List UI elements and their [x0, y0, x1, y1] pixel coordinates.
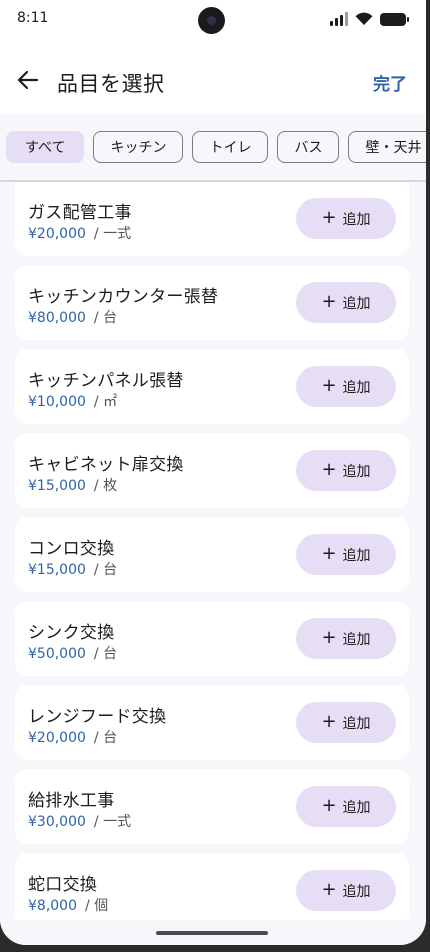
plus-icon: + [321, 374, 337, 396]
item-price-row: ¥10,000 / ㎡ [28, 391, 117, 411]
add-button-label: 追加 [342, 463, 371, 480]
item-unit: / 台 [93, 310, 118, 326]
list-item: キッチンパネル張替 ¥10,000 / ㎡ + 追加 [15, 349, 409, 424]
add-button-label: 追加 [342, 883, 371, 900]
page-title: 品目を選択 [57, 72, 165, 96]
add-button[interactable]: + 追加 [296, 282, 396, 323]
add-button-label: 追加 [342, 295, 371, 312]
item-unit: / 枚 [93, 478, 118, 494]
item-price: ¥30,000 [28, 814, 86, 830]
wifi-icon [355, 12, 373, 25]
filter-chip[interactable]: トイレ [192, 131, 269, 163]
list-item: ガス配管工事 ¥20,000 / 一式 + 追加 [15, 182, 409, 256]
plus-icon: + [321, 626, 337, 648]
list-item: 給排水工事 ¥30,000 / 一式 + 追加 [15, 769, 409, 844]
add-button-label: 追加 [342, 715, 371, 732]
filter-chip[interactable]: バス [277, 131, 340, 163]
add-button-label: 追加 [342, 211, 371, 228]
plus-icon: + [321, 794, 337, 816]
add-button[interactable]: + 追加 [296, 366, 396, 407]
app-bar: 品目を選択 完了 [0, 40, 426, 114]
list-item: シンク交換 ¥50,000 / 台 + 追加 [15, 601, 409, 676]
filter-chip[interactable]: 壁・天井 [348, 131, 426, 163]
item-price-row: ¥20,000 / 一式 [28, 223, 131, 243]
item-price: ¥15,000 [28, 562, 86, 578]
plus-icon: + [321, 710, 337, 732]
item-unit: / 台 [93, 646, 118, 662]
home-indicator[interactable] [156, 931, 268, 935]
add-button[interactable]: + 追加 [296, 450, 396, 491]
plus-icon: + [321, 206, 337, 228]
list-item: 蛇口交換 ¥8,000 / 個 + 追加 [15, 853, 409, 920]
item-price-row: ¥15,000 / 台 [28, 559, 117, 579]
item-unit: / 台 [93, 562, 118, 578]
add-button-label: 追加 [342, 799, 371, 816]
item-price-row: ¥30,000 / 一式 [28, 811, 131, 831]
add-button-label: 追加 [342, 547, 371, 564]
item-price-row: ¥15,000 / 枚 [28, 475, 117, 495]
status-time: 8:11 [17, 10, 49, 26]
category-chips: すべて キッチン トイレ バス 壁・天井 [6, 131, 426, 163]
add-button[interactable]: + 追加 [296, 198, 396, 239]
category-filter-bar: すべて キッチン トイレ バス 壁・天井 [0, 114, 426, 182]
item-name: キッチンカウンター張替 [28, 287, 219, 307]
plus-icon: + [321, 290, 337, 312]
item-unit: / ㎡ [93, 394, 118, 410]
item-unit: / 個 [85, 898, 109, 914]
add-button[interactable]: + 追加 [296, 534, 396, 575]
phone-screen: 8:11 品目を選択 完了 すべて キッチン トイレ バス 壁・天井 ガス配管工事 ¥20… [0, 0, 426, 945]
item-price-row: ¥8,000 / 個 [28, 895, 108, 915]
plus-icon: + [321, 878, 337, 900]
filter-chip[interactable]: キッチン [93, 131, 184, 163]
item-price: ¥10,000 [28, 394, 86, 410]
add-button-label: 追加 [342, 631, 371, 648]
item-unit: / 一式 [93, 814, 132, 830]
item-name: ガス配管工事 [28, 203, 132, 223]
add-button-label: 追加 [342, 379, 371, 396]
plus-icon: + [321, 458, 337, 480]
item-price-row: ¥80,000 / 台 [28, 307, 117, 327]
item-price: ¥50,000 [28, 646, 86, 662]
list-item: キャビネット扉交換 ¥15,000 / 枚 + 追加 [15, 433, 409, 508]
item-price: ¥20,000 [28, 730, 86, 746]
plus-icon: + [321, 542, 337, 564]
item-name: キャビネット扉交換 [28, 455, 184, 475]
item-price-row: ¥50,000 / 台 [28, 643, 117, 663]
list-item: レンジフード交換 ¥20,000 / 台 + 追加 [15, 685, 409, 760]
done-button[interactable]: 完了 [373, 70, 407, 95]
item-name: 給排水工事 [28, 791, 115, 811]
add-button[interactable]: + 追加 [296, 786, 396, 827]
item-list[interactable]: ガス配管工事 ¥20,000/ 一式 + 追加 キッチンカウンター張替 ¥80,000/ … [0, 182, 426, 920]
item-name: レンジフード交換 [28, 707, 167, 727]
item-price-row: ¥20,000 / 台 [28, 727, 117, 747]
list-item: コンロ交換 ¥15,000 / 台 + 追加 [15, 517, 409, 592]
system-nav-bar [0, 920, 426, 945]
battery-icon [380, 12, 409, 26]
status-bar: 8:11 [0, 0, 426, 40]
item-price: ¥80,000 [28, 310, 86, 326]
add-button[interactable]: + 追加 [296, 870, 396, 911]
item-name: キッチンパネル張替 [28, 371, 184, 391]
item-name: 蛇口交換 [28, 875, 98, 895]
status-icons [330, 12, 409, 26]
filter-chip[interactable]: すべて [6, 131, 85, 163]
item-unit: / 台 [93, 730, 118, 746]
arrow-left-icon[interactable] [14, 66, 42, 94]
add-button[interactable]: + 追加 [296, 702, 396, 743]
item-unit: / 一式 [93, 226, 132, 242]
add-button[interactable]: + 追加 [296, 618, 396, 659]
signal-icon [330, 12, 348, 26]
list-item: キッチンカウンター張替 ¥80,000 / 台 + 追加 [15, 265, 409, 340]
item-price: ¥20,000 [28, 226, 86, 242]
item-price: ¥15,000 [28, 478, 86, 494]
item-price: ¥8,000 [28, 898, 77, 914]
item-name: コンロ交換 [28, 539, 115, 559]
item-name: シンク交換 [28, 623, 115, 643]
front-camera [198, 7, 225, 34]
